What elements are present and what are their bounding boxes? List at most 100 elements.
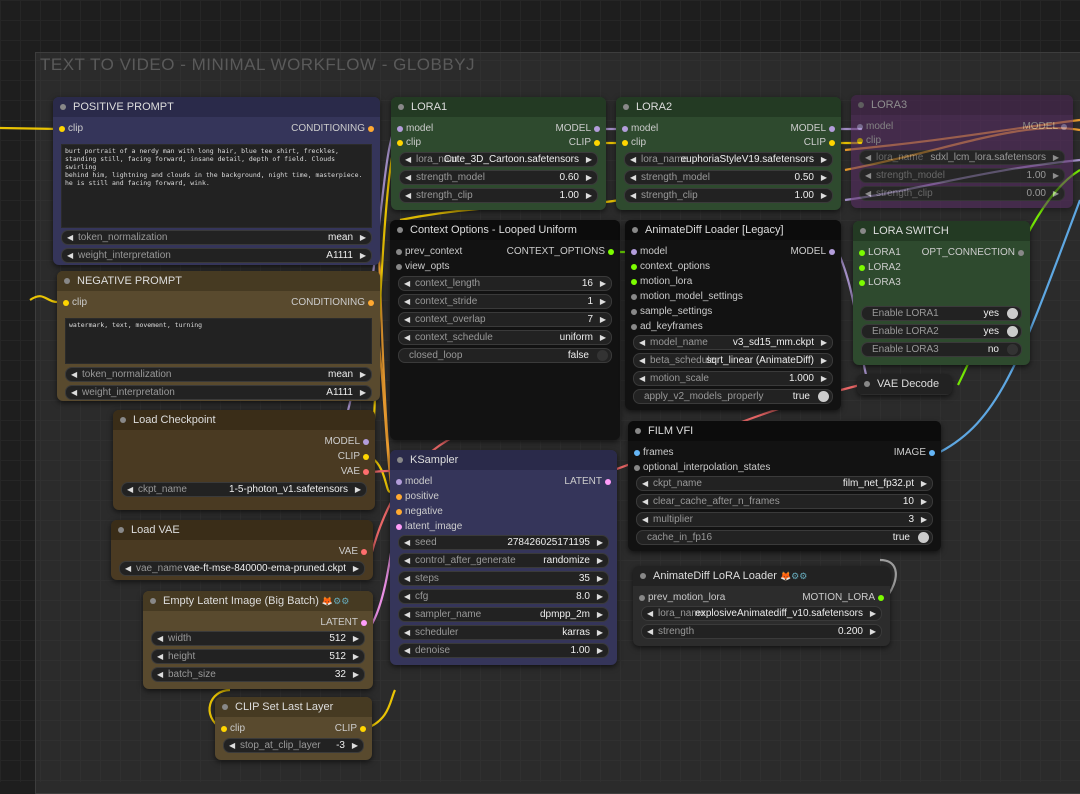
clip-input-slot[interactable]: clip (622, 136, 646, 150)
context-options-output-slot[interactable]: CONTEXT_OPTIONS (507, 245, 614, 259)
weight-interpretation-combo[interactable]: ◀ weight_interpretation A1111 ▶ (65, 385, 372, 400)
prev-motion-lora-input-slot[interactable]: prev_motion_lora (639, 591, 725, 605)
image-output-slot[interactable]: IMAGE (894, 446, 935, 460)
context-overlap-number[interactable]: ◀ context_overlap 7 ▶ (398, 312, 612, 327)
clip-input-slot[interactable]: clip (397, 136, 421, 150)
vae-name-combo[interactable]: ◀ vae_name vae-ft-mse-840000-ema-pruned.ck… (119, 561, 365, 576)
animatediff-loader-node[interactable]: AnimateDiff Loader [Legacy] model MODEL … (625, 220, 841, 410)
optional-interpolation-states-input-slot[interactable]: optional_interpolation_states (634, 461, 770, 475)
context-options-node[interactable]: Context Options - Looped Uniform prev_co… (390, 220, 620, 440)
strength-clip-number[interactable]: ◀ strength_clip 0.00 ▶ (859, 186, 1065, 201)
prompt-textarea[interactable]: burt portrait of a nerdy man with long h… (61, 144, 372, 228)
enable-lora3-toggle[interactable]: Enable LORA3 no (861, 342, 1022, 357)
enable-lora1-toggle[interactable]: Enable LORA1 yes (861, 306, 1022, 321)
latent-output-slot[interactable]: LATENT (564, 475, 611, 489)
negative-prompt-node[interactable]: NEGATIVE PROMPT clip CONDITIONING waterm… (57, 271, 380, 401)
enable-lora2-toggle[interactable]: Enable LORA2 yes (861, 324, 1022, 339)
width-number[interactable]: ◀ width 512 ▶ (151, 631, 365, 646)
sampler-name-combo[interactable]: ◀ sampler_name dpmpp_2m ▶ (398, 607, 609, 622)
frames-input-slot[interactable]: frames (634, 446, 674, 460)
clip-output-slot[interactable]: CLIP (335, 722, 366, 736)
vae-output-slot[interactable]: VAE (341, 465, 369, 479)
lora1-node[interactable]: LORA1 model MODEL clip CLIP ◀ lora_nam Cut… (391, 97, 606, 210)
denoise-number[interactable]: ◀ denoise 1.00 ▶ (398, 643, 609, 658)
context-schedule-combo[interactable]: ◀ context_schedule uniform ▶ (398, 330, 612, 345)
conditioning-output-slot[interactable]: CONDITIONING (291, 296, 374, 310)
view-opts-input-slot[interactable]: view_opts (396, 260, 449, 274)
clip-input-slot[interactable]: clip (59, 122, 83, 136)
lora-name-combo[interactable]: ◀ lora_name euphoriaStyleV19.safetensors ▶ (624, 152, 833, 167)
strength-model-number[interactable]: ◀ strength_model 0.60 ▶ (399, 170, 598, 185)
lora2-input-slot[interactable]: LORA2 (859, 261, 901, 275)
cfg-number[interactable]: ◀ cfg 8.0 ▶ (398, 589, 609, 604)
sample-settings-input-slot[interactable]: sample_settings (631, 305, 712, 319)
multiplier-number[interactable]: ◀ multiplier 3 ▶ (636, 512, 933, 527)
vae-decode-node[interactable]: VAE Decode (857, 374, 952, 395)
clear-cache-number[interactable]: ◀ clear_cache_after_n_frames 10 ▶ (636, 494, 933, 509)
model-input-slot[interactable]: model (396, 475, 432, 489)
motion-lora-input-slot[interactable]: motion_lora (631, 275, 692, 289)
clip-output-slot[interactable]: CLIP (338, 450, 369, 464)
latent-image-input-slot[interactable]: latent_image (396, 520, 462, 534)
model-output-slot[interactable]: MODEL (790, 245, 835, 259)
weight-interpretation-combo[interactable]: ◀ weight_interpretation A1111 ▶ (61, 248, 372, 263)
conditioning-output-slot[interactable]: CONDITIONING (291, 122, 374, 136)
empty-latent-node[interactable]: Empty Latent Image (Big Batch) 🦊⚙⚙ LATENT… (143, 591, 373, 689)
latent-output-slot[interactable]: LATENT (320, 616, 367, 630)
lora2-node[interactable]: LORA2 model MODEL clip CLIP ◀ lora_name eu… (616, 97, 841, 210)
model-input-slot[interactable]: model (857, 120, 893, 134)
seed-number[interactable]: ◀ seed 278426025171195 ▶ (398, 535, 609, 550)
lora-switch-node[interactable]: LORA SWITCH LORA1 OPT_CONNECTION LORA2 L… (853, 221, 1030, 365)
strength-model-number[interactable]: ◀ strength_model 0.50 ▶ (624, 170, 833, 185)
clip-output-slot[interactable]: CLIP (804, 136, 835, 150)
clip-input-slot[interactable]: clip (63, 296, 87, 310)
motion-model-settings-input-slot[interactable]: motion_model_settings (631, 290, 743, 304)
batch-size-number[interactable]: ◀ batch_size 32 ▶ (151, 667, 365, 682)
beta-schedule-combo[interactable]: ◀ beta_schedule sqrt_linear (AnimateDiff) ▶ (633, 353, 833, 368)
height-number[interactable]: ◀ height 512 ▶ (151, 649, 365, 664)
model-output-slot[interactable]: MODEL (1022, 120, 1067, 134)
prompt-textarea[interactable]: watermark, text, movement, turning (65, 318, 372, 364)
context-options-input-slot[interactable]: context_options (631, 260, 710, 274)
opt-connection-output-slot[interactable]: OPT_CONNECTION (922, 246, 1024, 260)
lora-name-combo[interactable]: ◀ lora_name sdxl_lcm_lora.safetensors ▶ (859, 150, 1065, 165)
lora3-input-slot[interactable]: LORA3 (859, 276, 901, 290)
model-output-slot[interactable]: MODEL (324, 435, 369, 449)
load-checkpoint-node[interactable]: Load Checkpoint MODEL CLIP VAE ◀ ckpt_nam… (113, 410, 375, 510)
strength-model-number[interactable]: ◀ strength_model 1.00 ▶ (859, 168, 1065, 183)
clip-input-slot[interactable]: clip (221, 722, 245, 736)
closed-loop-toggle[interactable]: closed_loop false (398, 348, 612, 363)
clip-set-last-layer-node[interactable]: CLIP Set Last Layer clip CLIP ◀ stop_at_c… (215, 697, 372, 760)
scheduler-combo[interactable]: ◀ scheduler karras ▶ (398, 625, 609, 640)
vae-output-slot[interactable]: VAE (339, 545, 367, 559)
lora-name-combo[interactable]: ◀ lora_name explosiveAnimatediff_v10.safet… (641, 606, 882, 621)
ckpt-name-combo[interactable]: ◀ ckpt_name 1-5-photon_v1.safetensors ▶ (121, 482, 367, 497)
control-after-generate-combo[interactable]: ◀ control_after_generate randomize ▶ (398, 553, 609, 568)
context-stride-number[interactable]: ◀ context_stride 1 ▶ (398, 294, 612, 309)
model-name-combo[interactable]: ◀ model_name v3_sd15_mm.ckpt ▶ (633, 335, 833, 350)
lora-name-combo[interactable]: ◀ lora_nam Cute_3D_Cartoon.safetensors ▶ (399, 152, 598, 167)
motion-lora-output-slot[interactable]: MOTION_LORA (802, 591, 884, 605)
ckpt-name-combo[interactable]: ◀ ckpt_name film_net_fp32.pt ▶ (636, 476, 933, 491)
cache-in-fp16-toggle[interactable]: cache_in_fp16 true (636, 530, 933, 545)
context-length-number[interactable]: ◀ context_length 16 ▶ (398, 276, 612, 291)
film-vfi-node[interactable]: FILM VFI frames IMAGE optional_interpola… (628, 421, 941, 551)
strength-number[interactable]: ◀ strength 0.200 ▶ (641, 624, 882, 639)
steps-number[interactable]: ◀ steps 35 ▶ (398, 571, 609, 586)
strength-clip-number[interactable]: ◀ strength_clip 1.00 ▶ (399, 188, 598, 203)
load-vae-node[interactable]: Load VAE VAE ◀ vae_name vae-ft-mse-840000-… (111, 520, 373, 580)
token-normalization-combo[interactable]: ◀ token_normalization mean ▶ (65, 367, 372, 382)
positive-input-slot[interactable]: positive (396, 490, 439, 504)
strength-clip-number[interactable]: ◀ strength_clip 1.00 ▶ (624, 188, 833, 203)
negative-input-slot[interactable]: negative (396, 505, 443, 519)
clip-output-slot[interactable]: CLIP (569, 136, 600, 150)
ad-keyframes-input-slot[interactable]: ad_keyframes (631, 320, 703, 334)
stop-at-clip-layer-number[interactable]: ◀ stop_at_clip_layer -3 ▶ (223, 738, 364, 753)
ksampler-node[interactable]: KSampler model LATENT positive negative … (390, 450, 617, 665)
positive-prompt-node[interactable]: POSITIVE PROMPT clip CONDITIONING burt p… (53, 97, 380, 265)
model-output-slot[interactable]: MODEL (790, 122, 835, 136)
token-normalization-combo[interactable]: ◀ token_normalization mean ▶ (61, 230, 372, 245)
prev-context-input-slot[interactable]: prev_context (396, 245, 462, 259)
lora1-input-slot[interactable]: LORA1 (859, 246, 901, 260)
lora3-node[interactable]: LORA3 model MODEL clip ◀ lora_name sdxl_lc… (851, 95, 1073, 208)
